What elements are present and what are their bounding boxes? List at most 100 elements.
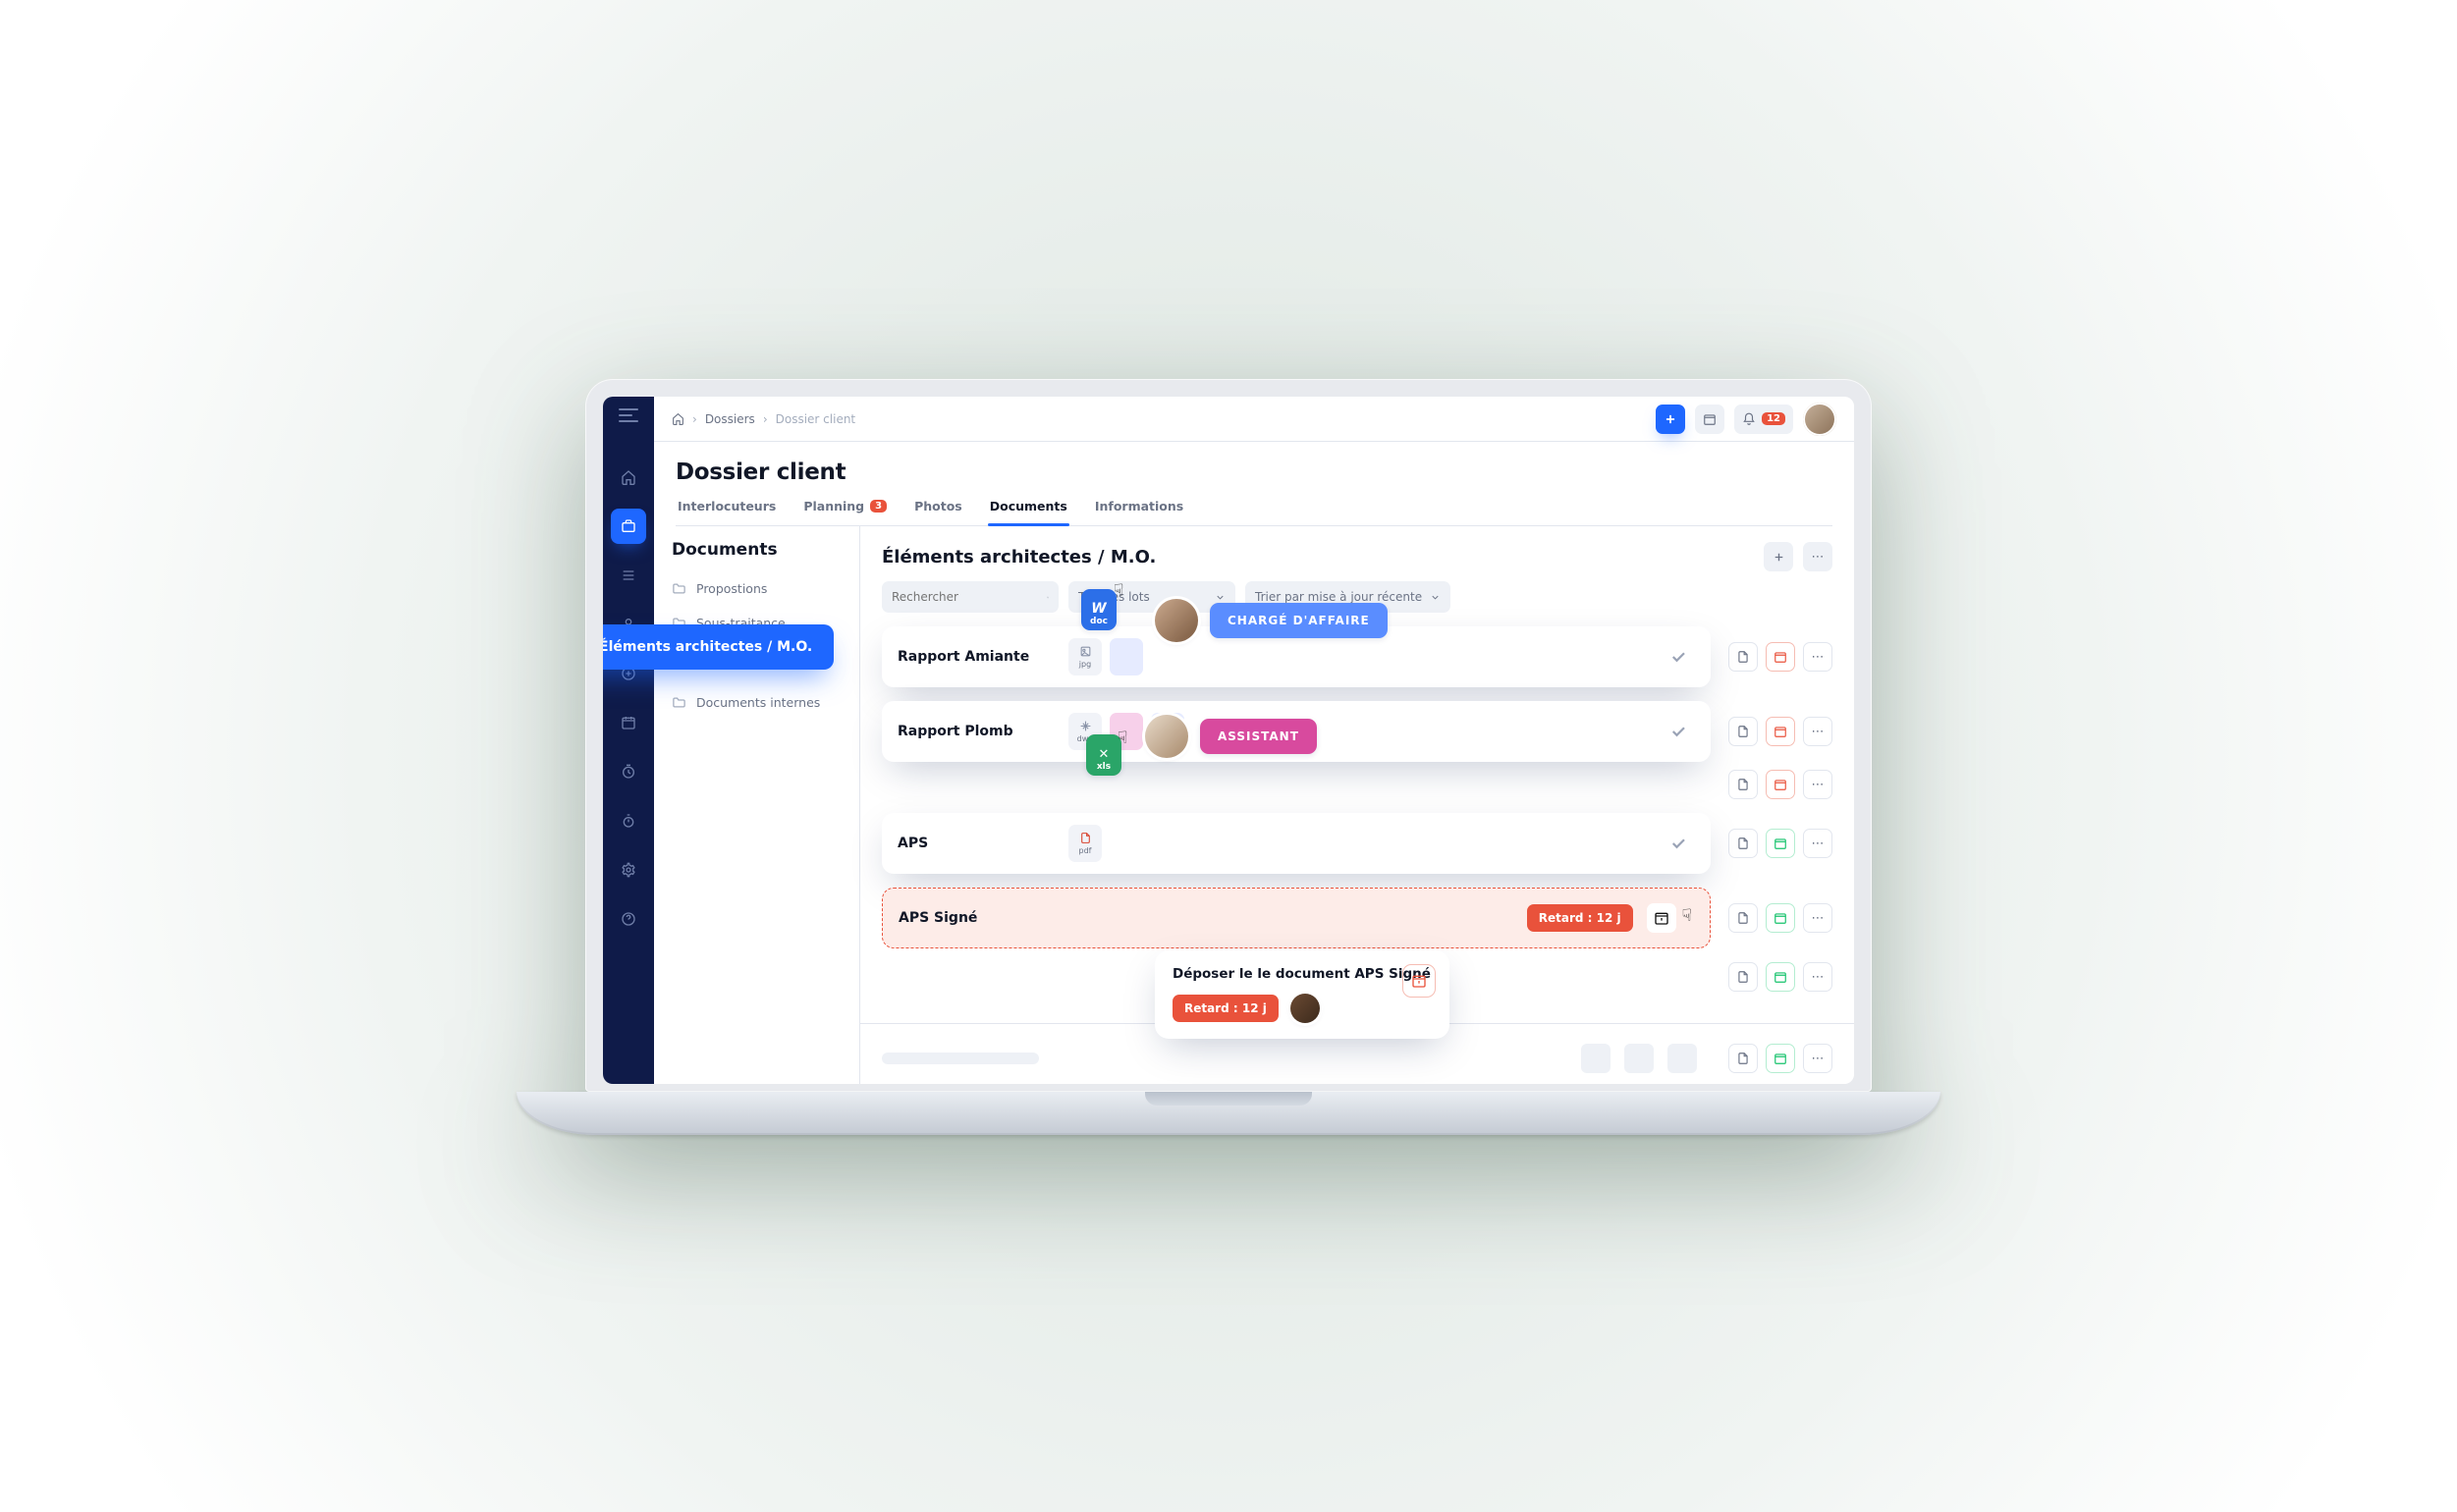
rail-settings[interactable] xyxy=(611,852,646,888)
planning-count-badge: 3 xyxy=(870,500,887,513)
row-file-button[interactable] xyxy=(1728,642,1758,672)
notification-count-badge: 12 xyxy=(1762,412,1785,425)
breadcrumb: › Dossiers › Dossier client xyxy=(672,412,855,426)
row-more-button[interactable]: ⋯ xyxy=(1803,642,1832,672)
page-tabs: Interlocuteurs Planning 3 Photos Documen… xyxy=(676,499,1832,526)
rail-dossiers[interactable] xyxy=(611,509,646,544)
breadcrumb-dossiers[interactable]: Dossiers xyxy=(705,412,755,426)
reminder-popover: Déposer le le document APS Signé Retard … xyxy=(1155,950,1449,1039)
chevron-right-icon: › xyxy=(763,412,768,426)
role-label: CHARGÉ D'AFFAIRE xyxy=(1210,603,1388,638)
documents-list: Rapport Amiante jpg xyxy=(860,626,1854,1084)
page-title: Dossier client xyxy=(676,459,1832,485)
late-badge: Retard : 12 j xyxy=(1173,995,1279,1022)
avatar xyxy=(1290,994,1320,1023)
avatar xyxy=(1145,715,1188,758)
nav-rail xyxy=(603,397,654,1084)
calendar-button[interactable] xyxy=(1695,405,1724,434)
documents-content: Éléments architectes / M.O. ⋯ xyxy=(860,526,1854,1084)
row-calendar-button[interactable] xyxy=(1766,642,1795,672)
tab-planning[interactable]: Planning 3 xyxy=(801,499,889,525)
document-row: APS Signé Retard : 12 j ☟ xyxy=(882,888,1832,948)
avatar xyxy=(1155,599,1198,642)
status-done-icon xyxy=(1662,640,1695,674)
grab-cursor-icon: ☟ xyxy=(1114,581,1123,601)
tab-photos[interactable]: Photos xyxy=(912,499,964,525)
rail-home[interactable] xyxy=(611,459,646,495)
role-charge-badge: CHARGÉ D'AFFAIRE xyxy=(1155,599,1388,642)
folder-icon xyxy=(672,695,686,710)
sidebar-title: Documents xyxy=(672,540,842,560)
chevron-down-icon xyxy=(1430,592,1441,603)
rail-time[interactable] xyxy=(611,754,646,789)
tab-informations[interactable]: Informations xyxy=(1093,499,1185,525)
tab-interlocuteurs[interactable]: Interlocuteurs xyxy=(676,499,778,525)
menu-toggle-button[interactable] xyxy=(619,408,638,422)
status-done-icon xyxy=(1662,827,1695,860)
document-name: APS Signé xyxy=(899,910,1056,926)
tab-documents[interactable]: Documents xyxy=(988,499,1069,525)
row-calendar-button[interactable] xyxy=(1766,962,1795,992)
rail-calendar[interactable] xyxy=(611,705,646,740)
folder-icon xyxy=(672,581,686,596)
chevron-right-icon: › xyxy=(692,412,697,426)
row-file-button[interactable] xyxy=(1728,1044,1758,1073)
document-name: APS xyxy=(898,836,1055,851)
row-more-button[interactable]: ⋯ xyxy=(1803,1044,1832,1073)
late-badge: Retard : 12 j xyxy=(1527,904,1633,932)
top-bar: › Dossiers › Dossier client xyxy=(654,397,1854,442)
row-file-button[interactable] xyxy=(1728,962,1758,992)
row-more-button[interactable]: ⋯ xyxy=(1803,717,1832,746)
rail-help[interactable] xyxy=(611,901,646,937)
current-user-avatar[interactable] xyxy=(1803,403,1836,436)
row-file-button[interactable] xyxy=(1728,717,1758,746)
row-file-button[interactable] xyxy=(1728,770,1758,799)
breadcrumb-current: Dossier client xyxy=(776,412,856,426)
page-header: Dossier client Interlocuteurs Planning 3… xyxy=(654,442,1854,526)
file-thumb-empty[interactable] xyxy=(1110,638,1143,675)
document-row: ⋯ xyxy=(882,770,1832,799)
row-more-button[interactable]: ⋯ xyxy=(1803,829,1832,858)
document-card-late[interactable]: APS Signé Retard : 12 j ☟ xyxy=(882,888,1711,948)
section-title: Éléments architectes / M.O. xyxy=(882,547,1754,567)
document-card[interactable]: APS pdf xyxy=(882,813,1711,874)
row-file-button[interactable] xyxy=(1728,903,1758,933)
row-calendar-button[interactable] xyxy=(1766,829,1795,858)
document-name: Rapport Amiante xyxy=(898,649,1055,665)
home-icon[interactable] xyxy=(672,412,684,425)
row-calendar-button[interactable] xyxy=(1766,903,1795,933)
row-file-button[interactable] xyxy=(1728,829,1758,858)
search-input[interactable] xyxy=(882,581,1059,613)
folder-internes[interactable]: Documents internes xyxy=(654,685,859,720)
role-label: ASSISTANT xyxy=(1200,719,1317,754)
rail-list[interactable] xyxy=(611,558,646,593)
row-more-button[interactable]: ⋯ xyxy=(1803,770,1832,799)
document-row: Rapport Plomb dwg xyxy=(882,701,1832,762)
cursor-icon: ☟ xyxy=(1682,906,1692,926)
row-more-button[interactable]: ⋯ xyxy=(1803,903,1832,933)
app-root: › Dossiers › Dossier client xyxy=(603,397,1854,1084)
row-calendar-button[interactable] xyxy=(1766,717,1795,746)
file-thumb-jpg[interactable]: jpg xyxy=(1068,638,1102,675)
add-element-button[interactable] xyxy=(1764,542,1793,571)
notifications-button[interactable]: 12 xyxy=(1734,405,1793,434)
rail-timer[interactable] xyxy=(611,803,646,838)
laptop-frame: › Dossiers › Dossier client xyxy=(585,379,1872,1133)
search-icon xyxy=(1047,591,1049,604)
status-done-icon xyxy=(1662,715,1695,748)
document-name: Rapport Plomb xyxy=(898,724,1055,739)
add-button[interactable] xyxy=(1656,405,1685,434)
file-thumb-pdf[interactable]: pdf xyxy=(1068,825,1102,862)
folder-propositions[interactable]: Propostions xyxy=(654,571,859,606)
document-row: APS pdf xyxy=(882,813,1832,874)
row-calendar-button[interactable] xyxy=(1766,1044,1795,1073)
calendar-alert-icon[interactable] xyxy=(1647,903,1676,933)
folder-elements-architectes[interactable]: Éléments architectes / M.O. xyxy=(603,624,834,670)
row-more-button[interactable]: ⋯ xyxy=(1803,962,1832,992)
more-actions-button[interactable]: ⋯ xyxy=(1803,542,1832,571)
row-calendar-button[interactable] xyxy=(1766,770,1795,799)
calendar-alert-icon xyxy=(1402,964,1436,998)
role-assistant-badge: ASSISTANT xyxy=(1145,715,1317,758)
dragging-file-doc: W doc xyxy=(1081,589,1117,630)
documents-sidebar: Documents Propostions Sous-traitance xyxy=(654,526,860,1084)
